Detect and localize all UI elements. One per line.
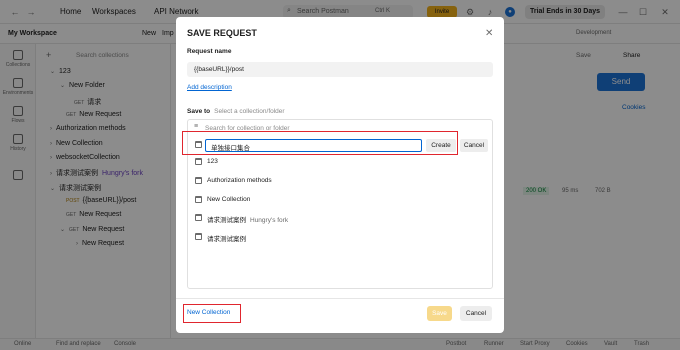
save-to-label: Save to Select a collection/folder	[187, 108, 285, 115]
fork-label: Hungry's fork	[250, 217, 289, 224]
collection-icon	[195, 177, 202, 184]
collection-icon	[195, 214, 202, 221]
request-name-value: {{baseURL}}/post	[194, 66, 244, 73]
highlight-new-collection-link	[183, 304, 241, 323]
request-name-input[interactable]: {{baseURL}}/post	[187, 62, 493, 77]
save-to-placeholder: Select a collection/folder	[214, 108, 285, 115]
collection-row[interactable]: 123	[188, 154, 492, 171]
cancel-button[interactable]: Cancel	[460, 306, 492, 321]
save-request-dialog: SAVE REQUEST ✕ Request name {{baseURL}}/…	[176, 17, 504, 333]
filter-icon: ≡	[194, 123, 199, 130]
collection-icon	[195, 196, 202, 203]
collection-row[interactable]: New Collection	[188, 192, 492, 209]
dialog-title: SAVE REQUEST	[187, 28, 257, 38]
save-button[interactable]: Save	[427, 306, 452, 321]
dialog-divider	[176, 298, 504, 299]
collection-icon	[195, 158, 202, 165]
collection-icon	[195, 233, 202, 240]
cancel-create-button[interactable]: Cancel	[460, 139, 488, 152]
highlight-new-collection-row	[182, 131, 458, 155]
request-name-label: Request name	[187, 48, 232, 55]
collection-row[interactable]: 请求测试案例	[188, 229, 492, 246]
add-description-link[interactable]: Add description	[187, 84, 232, 91]
collection-row[interactable]: Authorization methods	[188, 173, 492, 190]
close-icon[interactable]: ✕	[485, 28, 493, 39]
collection-row[interactable]: 请求测试案例 Hungry's fork	[188, 210, 492, 227]
